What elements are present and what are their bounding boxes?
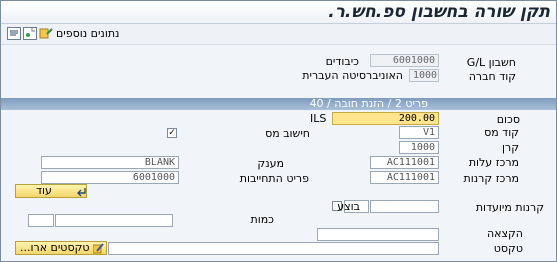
earmarked-funds-label: קרנות מיועדות: [475, 201, 544, 214]
amount-field[interactable]: 200.00: [332, 112, 439, 125]
item-section-title: פריט 2 / הזנת חובה / 40: [309, 97, 428, 110]
currency-label: ILS: [310, 112, 327, 125]
gl-account-description: כיבודים: [325, 55, 359, 68]
calc-tax-checkbox[interactable]: ✓: [167, 128, 177, 138]
earmarked-funds-field[interactable]: [370, 200, 439, 213]
company-code-field[interactable]: 1000: [409, 69, 439, 82]
toolbar: נתונים נוספים: [1, 24, 556, 45]
amount-label: סכום: [496, 113, 520, 126]
long-texts-button[interactable]: טקסטים ארו...: [15, 241, 107, 255]
done-label: בוצע: [337, 200, 360, 213]
quantity-field[interactable]: [55, 214, 173, 227]
page-title: תקן שורה בחשבון ספ.חש.ר.: [328, 2, 550, 22]
tax-code-label: קוד מס: [484, 126, 519, 139]
title-bar: תקן שורה בחשבון ספ.חש.ר.: [1, 1, 556, 24]
quantity-label: כמות: [250, 213, 274, 226]
grant-field[interactable]: BLANK: [41, 156, 179, 169]
fund-field[interactable]: 1000: [399, 141, 439, 154]
long-texts-button-label: טקסטים ארו...: [20, 241, 90, 254]
funds-center-label: מרכז קרנות: [463, 172, 519, 185]
long-text-pencil-icon: [93, 243, 104, 254]
tax-code-field[interactable]: V1: [399, 126, 439, 139]
quantity-unit-field[interactable]: [28, 214, 54, 227]
funds-center-field[interactable]: AC111001: [370, 171, 439, 184]
grant-label: מענק: [257, 157, 284, 170]
text-label: טקסט: [493, 242, 523, 255]
window: תקן שורה בחשבון ספ.חש.ר. נתונים נוספים ח…: [0, 0, 557, 262]
new-document-icon[interactable]: [23, 27, 37, 40]
item-section-bar: פריט 2 / הזנת חובה / 40: [1, 97, 556, 110]
calc-tax-label: חישוב מס: [265, 127, 310, 140]
assignment-label: הקצאה: [486, 227, 523, 240]
more-data-icon[interactable]: [39, 27, 53, 40]
commitment-item-label: פריט התחייבות: [239, 172, 309, 185]
display-icon[interactable]: [7, 27, 21, 40]
cost-center-field[interactable]: AC111001: [370, 156, 439, 169]
more-button[interactable]: עוד: [15, 184, 87, 198]
more-button-label: עוד: [36, 184, 52, 197]
text-field[interactable]: [108, 242, 439, 255]
company-code-label: קוד חברה: [468, 70, 516, 83]
cost-center-label: מרכז עלות: [468, 156, 519, 169]
gl-account-field[interactable]: 6001000: [370, 54, 439, 67]
fund-label: קרן: [501, 141, 519, 154]
company-code-description: האוניברסיטה העברית: [302, 69, 403, 82]
assignment-field[interactable]: [317, 228, 439, 241]
gl-account-label: חשבון G/L: [466, 56, 516, 69]
commitment-item-field[interactable]: 6001000: [41, 171, 179, 184]
more-arrow-icon: [77, 188, 86, 197]
more-data-button[interactable]: נתונים נוספים: [56, 27, 119, 40]
